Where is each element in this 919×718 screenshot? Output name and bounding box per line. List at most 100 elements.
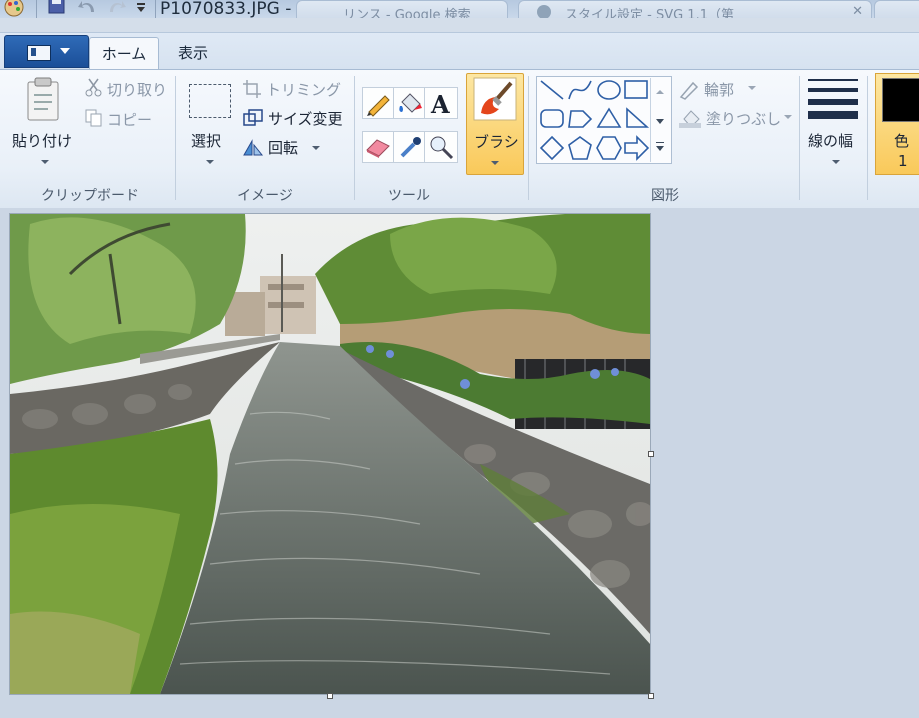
resize-handle-corner[interactable] [648, 693, 654, 699]
scroll-up-button[interactable] [656, 90, 664, 94]
paste-label: 貼り付け [12, 132, 73, 150]
eraser-tool[interactable] [362, 131, 396, 163]
shape-fill-label: 塗りつぶし [706, 110, 782, 128]
copy-icon [85, 109, 102, 127]
brush-button[interactable]: ブラシ [466, 73, 524, 175]
hexagon-shape-icon [596, 136, 622, 160]
magnifier-tool[interactable] [424, 131, 458, 163]
color1-number: 1 [898, 152, 908, 170]
close-tab-icon[interactable]: ✕ [852, 4, 863, 18]
color1-button[interactable]: 色 1 [875, 73, 919, 175]
paint-menu-button[interactable] [4, 35, 89, 68]
toolbar-divider [155, 0, 156, 18]
group-separator [867, 76, 868, 200]
cut-button[interactable]: 切り取り [84, 78, 170, 100]
rounded-rectangle-shape-icon [540, 109, 564, 128]
color1-swatch [882, 78, 919, 122]
scroll-down-button[interactable] [656, 119, 664, 124]
save-icon[interactable] [46, 0, 68, 18]
outline-label: 輪郭 [704, 81, 735, 99]
copy-button[interactable]: コピー [84, 108, 170, 130]
curve-shape-icon [568, 80, 592, 100]
group-separator [799, 76, 800, 200]
copy-label: コピー [107, 111, 153, 129]
text-icon: A [430, 90, 450, 119]
browser-tab-label: スタイル設定 - SVG 1.1（第 [565, 8, 734, 18]
document-icon [27, 45, 51, 61]
chevron-down-icon [748, 86, 756, 90]
line-width-button[interactable]: 線の幅 [804, 73, 864, 173]
shape-fill-icon [679, 110, 701, 128]
fill-tool[interactable] [393, 87, 427, 119]
rotate-button[interactable]: 回転 [242, 136, 328, 158]
resize-button[interactable]: サイズ変更 [242, 107, 350, 129]
select-button[interactable]: 選択 [182, 73, 238, 173]
color-picker-icon [400, 137, 421, 158]
group-separator [175, 76, 176, 200]
pencil-tool[interactable] [362, 87, 396, 119]
undo-icon[interactable] [76, 0, 100, 18]
rotate-label: 回転 [268, 139, 299, 157]
rectangle-shape-icon [624, 80, 648, 99]
chevron-down-icon [312, 146, 320, 150]
chevron-down-icon [60, 48, 70, 54]
chevron-down-icon [41, 160, 49, 164]
redo-icon[interactable] [104, 0, 128, 18]
line-shape-icon [540, 80, 564, 100]
gallery-expand-button[interactable] [655, 142, 665, 154]
crop-icon [243, 80, 261, 98]
shape-fill-button[interactable]: 塗りつぶし [678, 107, 794, 129]
outline-pen-icon [679, 81, 699, 100]
pencil-icon [367, 95, 390, 117]
resize-handle-bottom[interactable] [327, 693, 333, 699]
eraser-icon [366, 139, 390, 158]
text-tool[interactable]: A [424, 87, 458, 119]
cut-label: 切り取り [107, 81, 168, 99]
crop-label: トリミング [266, 81, 342, 99]
ribbon-tab-bar: ホーム 表示 [0, 32, 919, 71]
paste-button[interactable]: 貼り付け [8, 73, 78, 173]
clipboard-icon [27, 77, 59, 121]
shapes-gallery-scroll [650, 78, 669, 162]
scissors-icon [85, 78, 102, 97]
toolbar-divider [36, 0, 37, 18]
oval-shape-icon [597, 80, 621, 100]
chevron-down-icon [491, 161, 499, 165]
selection-icon [189, 84, 231, 118]
chevron-down-icon [784, 115, 792, 119]
brush-label: ブラシ [474, 133, 519, 151]
shapes-group-label: 図形 [651, 188, 679, 204]
chevron-down-icon [832, 160, 840, 164]
browser-tab-label: リンス - Google 検索 [343, 8, 471, 18]
globe-icon [537, 5, 551, 18]
resize-label: サイズ変更 [268, 110, 343, 128]
image-group-label: イメージ [237, 188, 293, 204]
rotate-icon [243, 139, 264, 156]
new-tab-button[interactable] [874, 0, 919, 18]
customize-quick-access-icon[interactable] [134, 0, 150, 18]
polygon-shape-icon [568, 110, 593, 128]
resize-handle-right[interactable] [648, 451, 654, 457]
background-browser-tab[interactable]: リンス - Google 検索 [296, 0, 508, 18]
canvas-image[interactable] [9, 213, 651, 695]
clipboard-group-label: クリップボード [41, 188, 139, 204]
tools-group-label: ツール [388, 188, 430, 204]
color1-label: 色 [894, 132, 910, 150]
title-bar: P1070833.JPG - ペイント リンス - Google 検索 スタイル… [0, 0, 919, 18]
background-browser-tab[interactable]: スタイル設定 - SVG 1.1（第 ✕ [518, 0, 872, 18]
outline-button[interactable]: 輪郭 [678, 78, 788, 100]
brush-icon [473, 77, 517, 121]
color-picker-tool[interactable] [393, 131, 427, 163]
line-width-icon [808, 79, 858, 119]
chevron-down-icon [206, 160, 214, 164]
crop-button[interactable]: トリミング [242, 78, 342, 100]
diamond-shape-icon [539, 135, 565, 161]
right-triangle-shape-icon [626, 107, 650, 128]
tab-home[interactable]: ホーム [89, 37, 159, 71]
select-label: 選択 [191, 132, 222, 150]
triangle-shape-icon [596, 107, 622, 128]
resize-icon [243, 109, 263, 126]
tab-view[interactable]: 表示 [165, 37, 221, 70]
group-separator [528, 76, 529, 200]
river-photo [10, 214, 650, 694]
